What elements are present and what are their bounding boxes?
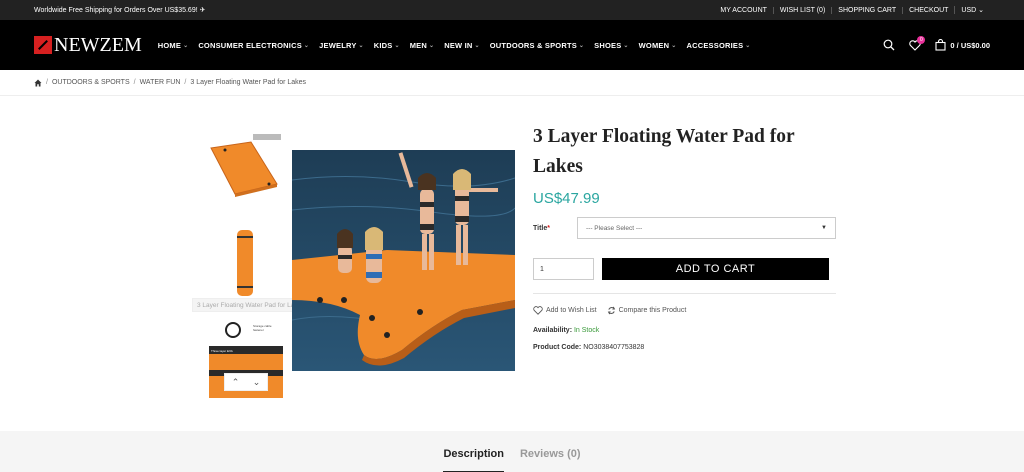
checkout-link[interactable]: CHECKOUT <box>902 6 954 14</box>
thumbnail-list: Storage cable fastener Three layer EVA <box>209 130 283 412</box>
header-actions: 0 0 / US$0.00 <box>869 35 990 51</box>
thumbnail-nav: ⌃ ⌄ <box>224 373 268 391</box>
tab-reviews[interactable]: Reviews (0) <box>520 448 581 472</box>
nav-item-shoes[interactable]: SHOES ⌄ <box>594 41 629 50</box>
nav-item-accessories[interactable]: ACCESSORIES ⌄ <box>686 41 750 50</box>
option-label: Title* <box>533 224 550 232</box>
main-nav: HOME ⌄ CONSUMER ELECTRONICS ⌄ JEWELRY ⌄ KID… <box>158 41 761 50</box>
chevron-down-icon: ⌄ <box>183 42 189 49</box>
breadcrumb: / OUTDOORS & SPORTS / WATER FUN / 3 Laye… <box>0 70 1024 96</box>
wish-list-link[interactable]: WISH LIST (0) <box>772 6 831 14</box>
topbar-links: MY ACCOUNT WISH LIST (0) SHOPPING CART C… <box>714 6 990 14</box>
breadcrumb-water-fun[interactable]: WATER FUN <box>140 79 181 86</box>
chevron-down-icon: ⌄ <box>394 42 400 49</box>
logo-text: NEWZEM <box>54 33 142 56</box>
product-code-row: Product Code: NO3038407753828 <box>533 344 836 351</box>
breadcrumb-outdoors-sports[interactable]: OUTDOORS & SPORTS <box>52 79 130 86</box>
product-code-label: Product Code: <box>533 344 582 351</box>
chevron-down-icon: ⌄ <box>303 42 310 49</box>
nav-item-outdoors-sports[interactable]: OUTDOORS & SPORTS ⌄ <box>490 41 584 50</box>
main-product-photo <box>291 150 516 371</box>
title-select[interactable]: --- Please Select --- ▼ <box>577 217 836 239</box>
thumbnail-3-label-2: Three layer EVA <box>211 349 233 353</box>
chevron-down-icon[interactable]: ⌄ <box>253 377 261 388</box>
compare-icon <box>607 306 615 315</box>
logo[interactable]: NEWZEM <box>34 34 142 57</box>
product-actions: Add to Wish List Compare this Product <box>533 306 836 315</box>
chevron-down-icon: ⌄ <box>623 42 629 49</box>
home-icon[interactable] <box>34 79 42 87</box>
my-account-link[interactable]: MY ACCOUNT <box>714 7 773 14</box>
option-title-row: Title* --- Please Select --- ▼ <box>533 217 836 239</box>
add-to-wishlist-link[interactable]: Add to Wish List <box>533 306 597 315</box>
tab-description[interactable]: Description <box>443 448 504 472</box>
product-price: US$47.99 <box>533 190 600 207</box>
logo-mark-icon <box>34 36 52 54</box>
thumbnail-3-label-1: Storage cable fastener <box>253 324 272 332</box>
wishlist-button[interactable]: 0 <box>909 35 926 51</box>
nav-item-new-in[interactable]: NEW IN ⌄ <box>444 41 480 50</box>
chevron-down-icon: ⌄ <box>474 42 480 49</box>
product-code-value: NO3038407753828 <box>583 344 645 351</box>
breadcrumb-separator: / <box>133 79 136 86</box>
search-icon <box>883 39 895 51</box>
compare-product-link[interactable]: Compare this Product <box>607 306 686 315</box>
currency-selector[interactable]: USD ⌄ <box>954 6 990 14</box>
nav-item-men[interactable]: MEN ⌄ <box>410 41 435 50</box>
add-to-cart-button[interactable]: ADD TO CART <box>602 258 829 280</box>
select-value: --- Please Select --- <box>586 224 643 232</box>
chevron-down-icon: ⌄ <box>429 42 435 49</box>
product-title: 3 Layer Floating Water Pad for Lakes <box>533 126 795 177</box>
divider <box>533 293 836 294</box>
wishlist-count-badge: 0 <box>917 35 926 44</box>
nav-item-women[interactable]: WOMEN ⌄ <box>639 41 677 50</box>
nav-item-consumer-electronics[interactable]: CONSUMER ELECTRONICS ⌄ <box>198 41 309 50</box>
availability-value: In Stock <box>573 327 600 334</box>
required-marker: * <box>547 224 550 232</box>
breadcrumb-current: 3 Layer Floating Water Pad for Lakes <box>190 79 307 86</box>
header: NEWZEM HOME ⌄ CONSUMER ELECTRONICS ⌄ JEWEL… <box>0 20 1024 70</box>
main-product-image[interactable] <box>291 150 516 371</box>
thumbnail-1-image <box>210 134 281 197</box>
chevron-down-icon: ⌄ <box>578 42 585 49</box>
thumbnail-2-image <box>237 230 253 296</box>
product-tabs: Description Reviews (0) <box>0 431 1024 472</box>
product-info: 3 Layer Floating Water Pad for Lakes US$… <box>533 122 836 351</box>
availability-label: Availability: <box>533 327 573 334</box>
chevron-down-icon: ⌄ <box>671 42 677 49</box>
breadcrumb-separator: / <box>184 79 187 86</box>
chevron-down-icon: ⌄ <box>745 42 751 49</box>
nav-item-kids[interactable]: KIDS ⌄ <box>374 41 400 50</box>
caret-down-icon: ▼ <box>821 225 827 231</box>
availability-row: Availability: In Stock <box>533 327 836 334</box>
chevron-up-icon[interactable]: ⌃ <box>232 377 240 388</box>
promo-text: Worldwide Free Shipping for Orders Over … <box>34 7 206 14</box>
topbar: Worldwide Free Shipping for Orders Over … <box>0 0 1024 20</box>
cart-row: 1 ADD TO CART <box>533 258 836 280</box>
shopping-bag-icon <box>935 39 946 51</box>
thumbnail-2[interactable] <box>209 224 283 308</box>
cart-button[interactable]: 0 / US$0.00 <box>935 39 990 51</box>
nav-item-jewelry[interactable]: JEWELRY ⌄ <box>319 41 364 50</box>
thumbnail-1[interactable] <box>209 130 283 214</box>
chevron-down-icon: ⌄ <box>358 42 364 49</box>
search-button[interactable] <box>883 39 895 51</box>
shopping-cart-link[interactable]: SHOPPING CART <box>831 6 902 14</box>
cart-total: 0 / US$0.00 <box>950 40 990 50</box>
nav-item-home[interactable]: HOME ⌄ <box>158 41 189 50</box>
breadcrumb-separator: / <box>46 79 48 86</box>
quantity-input[interactable]: 1 <box>533 258 594 280</box>
heart-icon <box>533 306 543 315</box>
